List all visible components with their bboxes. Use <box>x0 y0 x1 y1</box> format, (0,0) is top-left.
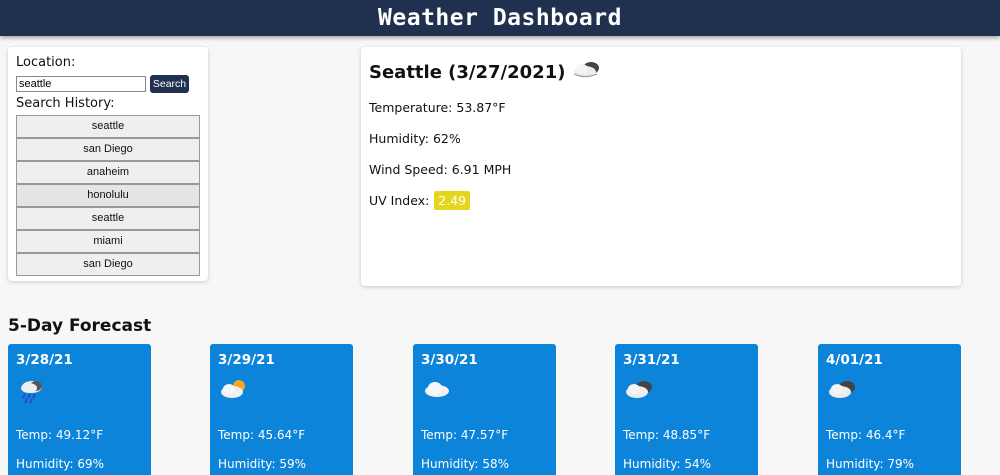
search-history-label: Search History: <box>16 96 115 111</box>
forecast-date: 3/31/21 <box>623 352 680 368</box>
location-label: Location: <box>16 55 76 70</box>
search-history-list: seattle san Diego anaheim honolulu seatt… <box>16 115 200 276</box>
history-item[interactable]: honolulu <box>16 184 200 207</box>
history-item[interactable]: anaheim <box>16 161 200 184</box>
history-item[interactable]: miami <box>16 230 200 253</box>
forecast-card: 3/30/21 Temp: 47.57°F Humidity: 58% <box>413 344 556 475</box>
forecast-temp: Temp: 48.85°F <box>623 428 711 442</box>
clouds-icon <box>826 378 953 406</box>
forecast-temp: Temp: 47.57°F <box>421 428 509 442</box>
humidity-text: Humidity: 62% <box>369 130 461 146</box>
history-item[interactable]: seattle <box>16 115 200 138</box>
cloud-icon <box>571 59 605 86</box>
forecast-card: 4/01/21 Temp: 46.4°F Humidity: 79% <box>818 344 961 475</box>
search-panel: Location: Search Search History: seattle… <box>8 47 208 281</box>
search-button[interactable]: Search <box>150 75 189 93</box>
cloud-icon <box>421 378 548 406</box>
forecast-card: 3/28/21 Temp: 49.12°F Humidity: 69% <box>8 344 151 475</box>
forecast-date: 3/30/21 <box>421 352 478 368</box>
forecast-humidity: Humidity: 54% <box>623 457 712 471</box>
clouds-icon <box>623 378 750 406</box>
location-input[interactable] <box>16 76 146 92</box>
uv-index-badge: 2.49 <box>434 190 471 210</box>
forecast-humidity: Humidity: 58% <box>421 457 510 471</box>
forecast-humidity: Humidity: 79% <box>826 457 915 471</box>
city-date-title: Seattle (3/27/2021) <box>369 61 566 83</box>
forecast-date: 4/01/21 <box>826 352 883 368</box>
history-item[interactable]: san Diego <box>16 138 200 161</box>
forecast-date: 3/29/21 <box>218 352 275 368</box>
rain-cloud-icon <box>16 378 143 406</box>
page-title: Weather Dashboard <box>378 5 622 31</box>
temperature-text: Temperature: 53.87°F <box>369 99 506 115</box>
forecast-temp: Temp: 49.12°F <box>16 428 104 442</box>
sun-cloud-icon <box>218 378 345 406</box>
forecast-card: 3/29/21 Temp: 45.64°F Humidity: 59% <box>210 344 353 475</box>
forecast-humidity: Humidity: 69% <box>16 457 105 471</box>
uv-index-row: UV Index: 2.49 <box>369 190 953 210</box>
current-weather-title: Seattle (3/27/2021) <box>369 59 953 85</box>
forecast-date: 3/28/21 <box>16 352 73 368</box>
forecast-humidity: Humidity: 59% <box>218 457 307 471</box>
wind-speed-text: Wind Speed: 6.91 MPH <box>369 161 512 177</box>
forecast-temp: Temp: 45.64°F <box>218 428 306 442</box>
app-header: Weather Dashboard <box>0 0 1000 36</box>
current-weather-panel: Seattle (3/27/2021) Temperature: 53.87°F… <box>361 47 961 286</box>
forecast-temp: Temp: 46.4°F <box>826 428 906 442</box>
history-item[interactable]: san Diego <box>16 253 200 276</box>
history-item[interactable]: seattle <box>16 207 200 230</box>
forecast-title: 5-Day Forecast <box>8 316 152 336</box>
forecast-card: 3/31/21 Temp: 48.85°F Humidity: 54% <box>615 344 758 475</box>
uv-index-label: UV Index: <box>369 192 430 208</box>
search-row: Search <box>16 75 200 93</box>
